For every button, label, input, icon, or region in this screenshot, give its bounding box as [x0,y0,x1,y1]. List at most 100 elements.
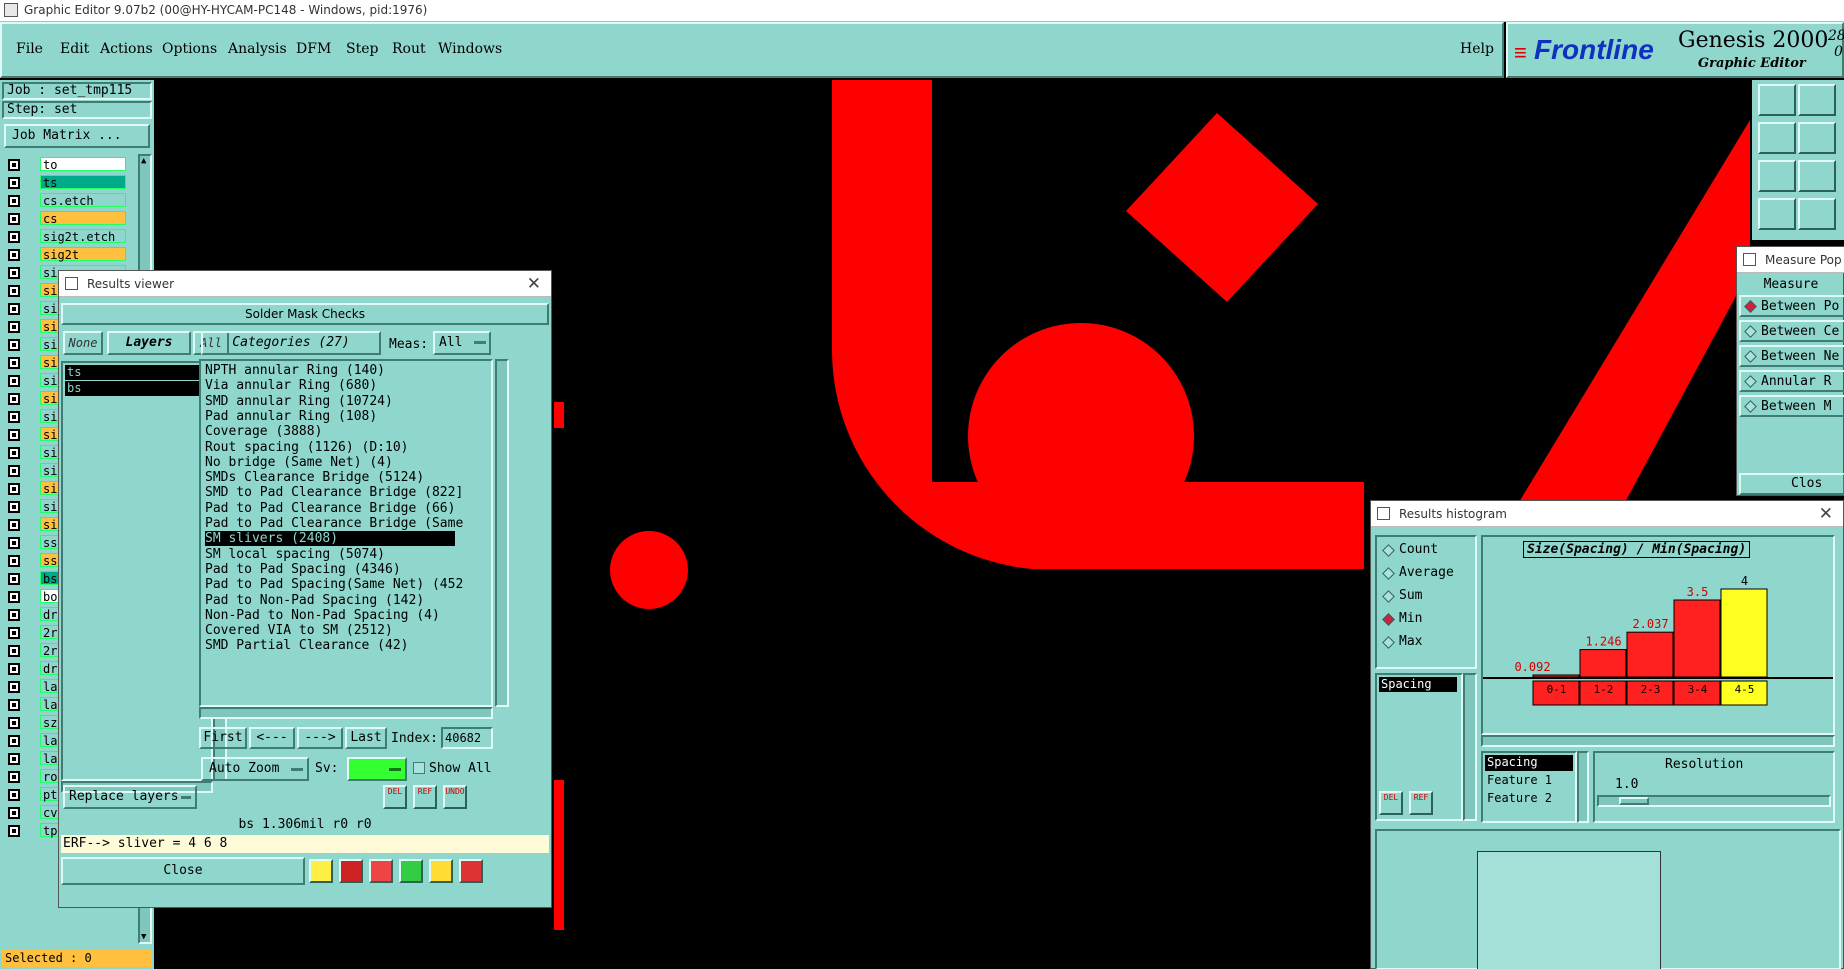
undo-icon[interactable]: UNDO [443,785,467,809]
layer-checkbox[interactable] [8,447,20,459]
menu-options[interactable]: Options [162,41,217,57]
layer-row[interactable]: sig2t [4,246,126,264]
nav-next-button[interactable]: ---> [297,727,343,749]
layer-checkbox[interactable] [8,213,20,225]
histogram-bar[interactable] [1673,599,1721,678]
layer-checkbox[interactable] [8,429,20,441]
mode-option[interactable]: Sum [1379,587,1475,607]
layer-checkbox[interactable] [8,519,20,531]
histogram-icon[interactable] [459,859,483,883]
nav-prev-button[interactable]: <--- [249,727,295,749]
layer-row[interactable]: ts [4,174,126,192]
check-icon[interactable] [399,859,423,883]
layer-checkbox[interactable] [8,303,20,315]
layer-checkbox[interactable] [8,465,20,477]
layers-button[interactable]: Layers [107,331,191,355]
category-item[interactable]: Pad annular Ring (108) [205,409,377,424]
layer-checkbox[interactable] [8,177,20,189]
report-icon[interactable] [309,859,333,883]
category-item[interactable]: Covered VIA to SM (2512) [205,623,393,638]
measure-close-button[interactable]: Clos [1739,473,1844,495]
mode-option[interactable]: Min [1379,610,1475,630]
layer-checkbox[interactable] [8,753,20,765]
layer-name[interactable]: cs [40,211,126,226]
layer-checkbox[interactable] [8,645,20,657]
category-item[interactable]: Pad to Pad Spacing(Same Net) (452 [205,577,463,592]
layer-checkbox[interactable] [8,681,20,693]
layer-checkbox[interactable] [8,483,20,495]
layer-checkbox[interactable] [8,267,20,279]
layer-checkbox[interactable] [8,231,20,243]
scroll-up-arrow-icon[interactable]: ▲ [141,156,146,166]
layer-row[interactable]: cs.etch [4,192,126,210]
measure-tool-icon[interactable] [1758,198,1796,230]
job-matrix-button[interactable]: Job Matrix ... [4,124,150,148]
show-all-checkbox[interactable] [413,762,425,774]
pan-up-icon[interactable] [1758,84,1796,116]
measure-option[interactable]: Between Ce [1739,320,1844,342]
auto-zoom-dropdown[interactable]: Auto Zoom [201,757,309,781]
layer-checkbox[interactable] [8,699,20,711]
replace-layers-dropdown[interactable]: Replace layers [63,785,197,809]
layer-name[interactable]: sig2t.etch [40,229,126,244]
measure-option[interactable]: Annular R [1739,370,1844,392]
info-scrollbar[interactable] [1577,751,1589,823]
grid-icon[interactable] [1798,198,1836,230]
layer-checkbox[interactable] [8,501,20,513]
histogram-attr-scrollbar[interactable] [1463,673,1477,821]
layer-checkbox[interactable] [8,249,20,261]
category-item[interactable]: SM slivers (2408) [205,531,455,547]
menu-step[interactable]: Step [346,41,378,57]
category-item[interactable]: Rout spacing (1126) (D:10) [205,440,409,455]
zoom-center-icon[interactable] [1798,160,1836,192]
category-list[interactable]: NPTH annular Ring (140) Via annular Ring … [199,359,493,707]
histogram-bar[interactable] [1532,674,1580,678]
result-layer-ts[interactable]: ts [65,365,207,380]
menu-edit[interactable]: Edit [60,41,89,57]
layer-checkbox[interactable] [8,663,20,675]
layer-name[interactable]: cs.etch [40,193,126,208]
histogram-ref-icon[interactable]: REF [1409,791,1433,815]
category-item[interactable]: SMD to Pad Clearance Bridge (822] [205,485,463,500]
scroll-down-arrow-icon[interactable]: ▼ [141,932,146,942]
layer-checkbox[interactable] [8,591,20,603]
layer-checkbox[interactable] [8,789,20,801]
image-icon[interactable] [339,859,363,883]
layer-name[interactable]: ts [40,175,126,190]
index-input[interactable]: 40682 [441,727,493,749]
mode-option[interactable]: Max [1379,633,1475,653]
menu-analysis[interactable]: Analysis [228,41,287,57]
layer-checkbox[interactable] [8,537,20,549]
menu-windows[interactable]: Windows [438,41,502,57]
layer-checkbox[interactable] [8,573,20,585]
category-item[interactable]: No bridge (Same Net) (4) [205,455,393,470]
menu-actions[interactable]: Actions [100,41,153,57]
categories-button[interactable]: Categories (27) [201,331,381,355]
result-layer-list[interactable]: ts bs [61,361,213,781]
menu-help[interactable]: Help [1460,41,1494,57]
menu-dfm[interactable]: DFM [296,41,331,57]
histogram-bar[interactable] [1626,631,1674,678]
layer-checkbox[interactable] [8,357,20,369]
mode-option[interactable]: Average [1379,564,1475,584]
close-icon[interactable]: ✕ [527,274,541,294]
results-close-button[interactable]: Close [61,857,305,885]
layers-none-button[interactable]: None [63,331,103,355]
category-item[interactable]: SMD annular Ring (10724) [205,394,393,409]
category-item[interactable]: SMD Partial Clearance (42) [205,638,409,653]
layer-checkbox[interactable] [8,285,20,297]
histogram-del-icon[interactable]: DEL [1379,791,1403,815]
layer-row[interactable]: cs [4,210,126,228]
attr-spacing-item[interactable]: Spacing [1379,677,1457,692]
notes-icon[interactable] [429,859,453,883]
nav-last-button[interactable]: Last [345,727,387,749]
layer-checkbox[interactable] [8,411,20,423]
category-item[interactable]: SMDs Clearance Bridge (5124) [205,470,424,485]
histogram-bar[interactable] [1720,588,1768,678]
ref-icon[interactable]: REF [413,785,437,809]
menu-rout[interactable]: Rout [392,41,426,57]
measure-option[interactable]: Between Ne [1739,345,1844,367]
category-item[interactable]: Pad to Non-Pad Spacing (142) [205,593,424,608]
category-item[interactable]: Pad to Pad Spacing (4346) [205,562,401,577]
pan-right-icon[interactable] [1798,122,1836,154]
